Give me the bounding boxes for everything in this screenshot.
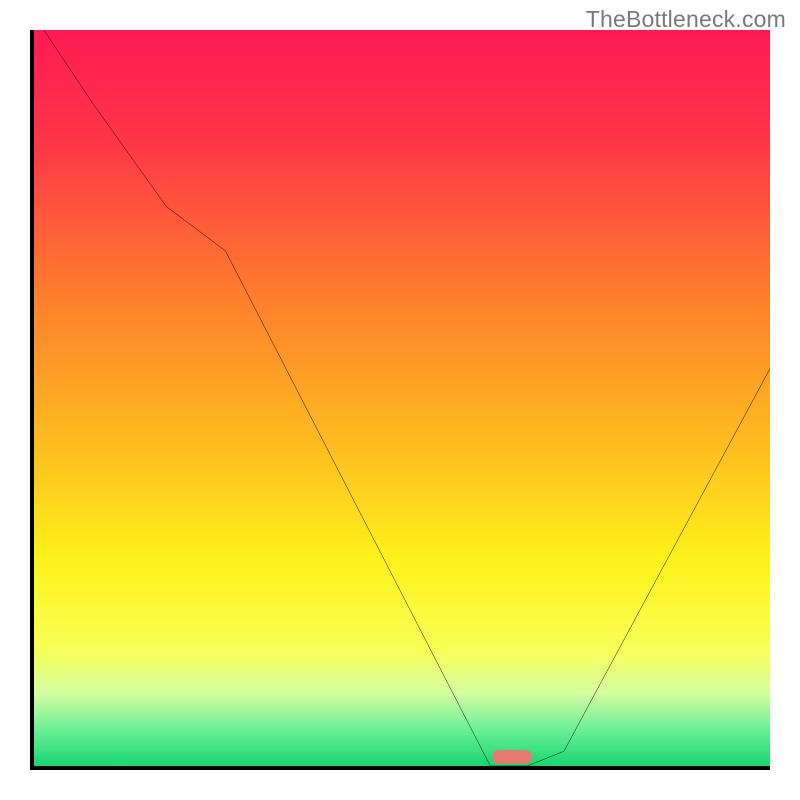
- line-series: [34, 30, 770, 766]
- optimum-marker: [492, 750, 532, 764]
- plot-area: [30, 30, 770, 770]
- bottleneck-curve-path: [34, 30, 770, 766]
- chart-frame: TheBottleneck.com: [0, 0, 800, 800]
- watermark-text: TheBottleneck.com: [586, 6, 786, 33]
